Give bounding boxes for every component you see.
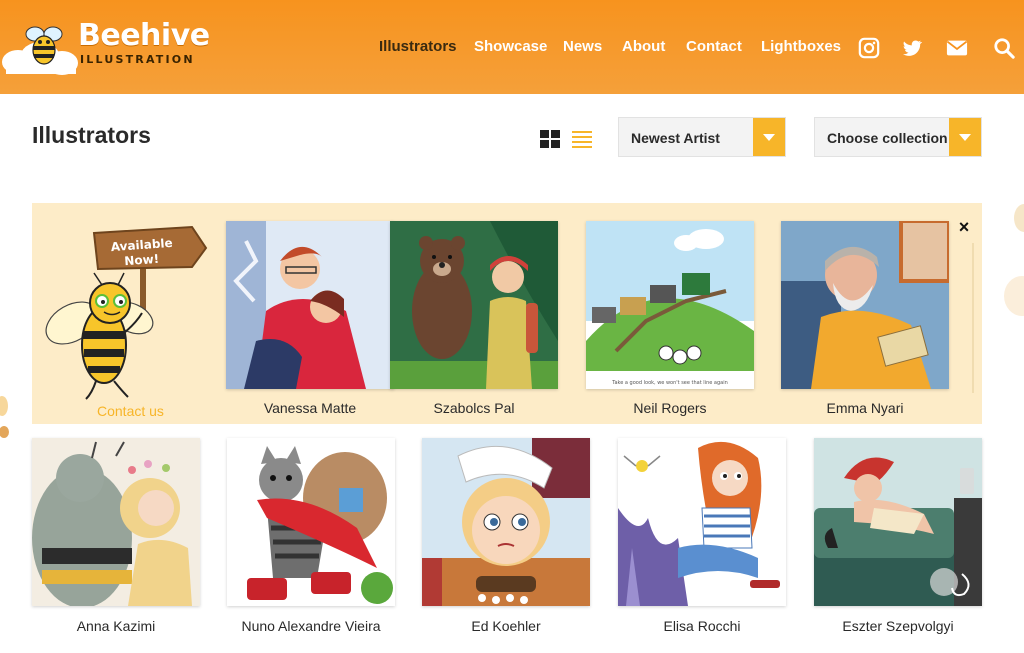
artist-thumbnail[interactable] — [781, 221, 949, 389]
sort-select[interactable]: Newest Artist — [618, 117, 786, 157]
artist-thumbnail[interactable] — [422, 438, 590, 606]
contact-us-link[interactable]: Contact us — [97, 403, 164, 419]
artist-name[interactable]: Emma Nyari — [781, 400, 949, 416]
grid-view-icon[interactable] — [540, 130, 560, 148]
search-icon[interactable] — [992, 37, 1016, 59]
artist-name[interactable]: Nuno Alexandre Vieira — [227, 618, 395, 634]
nav-showcase[interactable]: Showcase — [474, 38, 547, 55]
logo-title: Beehive — [78, 18, 210, 53]
page-title: Illustrators — [32, 122, 151, 148]
collection-select-value: Choose collection — [827, 130, 948, 146]
cloud-decoration-icon — [1004, 204, 1024, 316]
artist-thumbnail[interactable] — [814, 438, 982, 606]
artist-thumbnail[interactable] — [226, 221, 394, 389]
nav-news[interactable]: News — [563, 38, 602, 55]
svg-text:Take a good look, we won't see: Take a good look, we won't see that line… — [611, 380, 728, 386]
chevron-down-icon — [753, 118, 785, 156]
artist-thumbnail[interactable] — [227, 438, 395, 606]
artist-name[interactable]: Vanessa Matte — [226, 400, 394, 416]
collection-select[interactable]: Choose collection — [814, 117, 982, 157]
nav-lightboxes[interactable]: Lightboxes — [761, 38, 841, 55]
nav-contact[interactable]: Contact — [686, 38, 742, 55]
chevron-down-icon — [949, 118, 981, 156]
logo-subtitle: ILLUSTRATION — [80, 53, 195, 66]
artist-thumbnail[interactable] — [390, 221, 558, 389]
instagram-icon[interactable] — [857, 37, 881, 59]
twitter-icon[interactable] — [900, 37, 924, 59]
top-header: Beehive ILLUSTRATION Illustrators Showca… — [0, 0, 1024, 94]
sort-select-value: Newest Artist — [631, 130, 720, 146]
leaf-decoration-icon — [0, 396, 9, 438]
svg-text:Now!: Now! — [124, 252, 160, 268]
artist-thumbnail[interactable]: Take a good look, we won't see that line… — [586, 221, 754, 389]
available-now-banner: Available Now! Contact us × Vanessa Matt… — [32, 203, 982, 424]
list-view-icon[interactable] — [572, 130, 592, 148]
banner-scrollbar[interactable] — [972, 243, 974, 393]
nav-about[interactable]: About — [622, 38, 665, 55]
artist-name[interactable]: Ed Koehler — [422, 618, 590, 634]
mail-icon[interactable] — [945, 37, 969, 59]
artist-name[interactable]: Eszter Szepvolgyi — [814, 618, 982, 634]
artist-thumbnail[interactable] — [32, 438, 200, 606]
artist-name[interactable]: Elisa Rocchi — [618, 618, 786, 634]
artist-name[interactable]: Neil Rogers — [586, 400, 754, 416]
artist-name[interactable]: Szabolcs Pal — [390, 400, 558, 416]
artist-name[interactable]: Anna Kazimi — [32, 618, 200, 634]
bee-mascot-icon — [25, 26, 63, 65]
nav-illustrators[interactable]: Illustrators — [379, 38, 457, 55]
close-icon[interactable]: × — [954, 217, 974, 237]
beehive-logo[interactable]: Beehive ILLUSTRATION — [0, 14, 210, 76]
bee-sign-mascot: Available Now! — [45, 225, 208, 400]
artist-thumbnail[interactable] — [618, 438, 786, 606]
